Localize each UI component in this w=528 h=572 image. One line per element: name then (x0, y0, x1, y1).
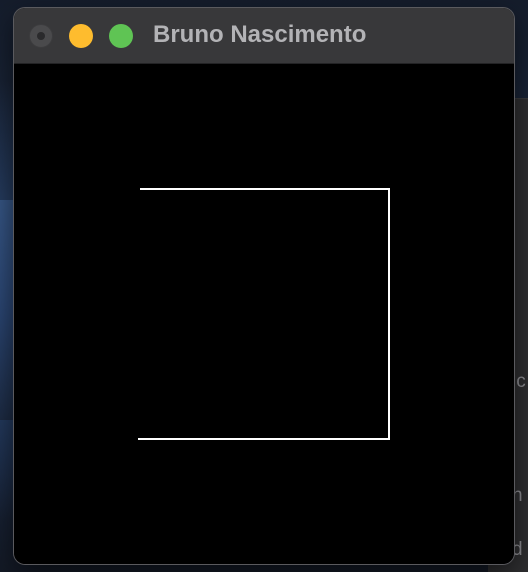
drawing-surface (138, 188, 390, 440)
close-icon[interactable] (29, 24, 53, 48)
background-window-text: ic (512, 371, 526, 392)
minimize-icon[interactable] (69, 24, 93, 48)
drawing-canvas[interactable] (14, 64, 514, 564)
window-titlebar[interactable]: Bruno Nascimento (14, 8, 514, 64)
drawn-square-path (138, 188, 390, 440)
window-title: Bruno Nascimento (153, 21, 367, 48)
app-window[interactable]: Bruno Nascimento (14, 8, 514, 564)
zoom-icon[interactable] (109, 24, 133, 48)
